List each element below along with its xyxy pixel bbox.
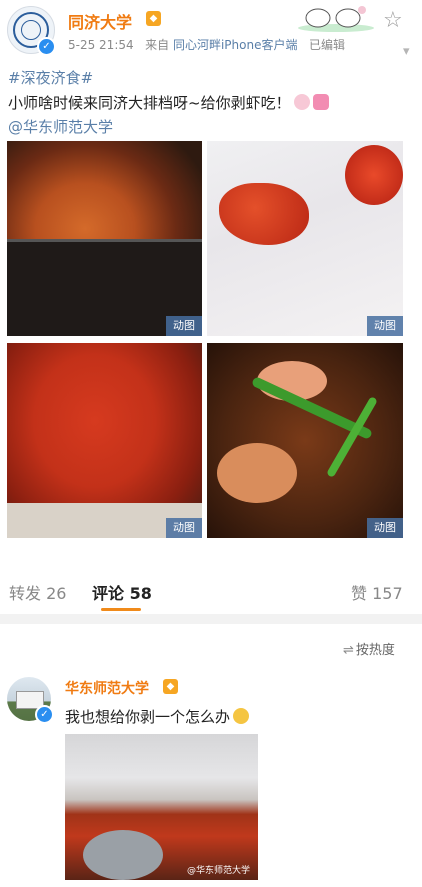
post-image-3[interactable]: 动图: [7, 343, 202, 538]
post-text-content: 小师啥时候来同济大排档呀~给你剥虾吃！: [8, 94, 291, 112]
comment-image[interactable]: @华东师范大学: [65, 734, 258, 880]
crayfish-meat-shape: [345, 145, 403, 205]
post-source-prefix: 来自: [145, 38, 170, 52]
verified-icon: ✓: [37, 37, 56, 56]
topic-hashtag[interactable]: #深夜济食#: [8, 67, 93, 88]
post-date: 5-25 21:54: [68, 38, 134, 52]
cool-emoji-icon: [233, 708, 250, 724]
post-author-name[interactable]: 同济大学: [68, 9, 132, 33]
sort-by-hot-button[interactable]: ⇌ 按热度: [343, 639, 395, 658]
scallion-shape: [326, 396, 378, 478]
comment-author-name[interactable]: 华东师范大学: [65, 678, 149, 698]
post-image-1[interactable]: 动图: [7, 141, 202, 336]
gif-tag: 动图: [166, 518, 202, 538]
crayfish-meat-shape: [219, 183, 309, 245]
mention-link[interactable]: @华东师范大学: [8, 116, 113, 137]
post-edited-label: 已编辑: [308, 38, 345, 52]
seal-inner-ring: [21, 20, 41, 40]
gif-tag: 动图: [367, 316, 403, 336]
comment-text: 我也想给你剥一个怎么办: [65, 706, 250, 727]
gif-tag: 动图: [367, 518, 403, 538]
sort-label: 按热度: [355, 643, 395, 658]
section-divider: [0, 614, 422, 624]
active-tab-indicator: [101, 608, 141, 611]
post-tabs: 转发 26 评论 58 赞 157: [0, 562, 422, 614]
image-watermark: @华东师范大学: [186, 866, 250, 876]
sort-icon: ⇌: [343, 643, 354, 658]
tab-like[interactable]: 赞 157: [351, 580, 403, 604]
shrimp-shape: [217, 443, 297, 503]
post-client-link[interactable]: 同心河畔iPhone客户端: [173, 38, 298, 52]
heart-emoji-icon: [312, 94, 329, 110]
post-header: ✓ 同济大学 ◆ 5-25 21:54 来自 同心河畔iPhone客户端 已编辑…: [0, 0, 422, 64]
tab-repost[interactable]: 转发 26: [9, 580, 66, 604]
post-meta: 5-25 21:54 来自 同心河畔iPhone客户端 已编辑: [68, 36, 345, 53]
comment-text-content: 我也想给你剥一个怎么办: [65, 708, 231, 726]
post-image-2[interactable]: 动图: [207, 141, 403, 336]
pig-emoji-icon: [293, 94, 310, 110]
cat-sticker-icon: [298, 6, 374, 32]
verified-icon: ✓: [35, 705, 54, 724]
favorite-star-icon[interactable]: ☆: [383, 8, 403, 33]
member-badge-icon: ◆: [146, 11, 161, 26]
tab-comment[interactable]: 评论 58: [92, 580, 152, 604]
gif-tag: 动图: [166, 316, 202, 336]
chevron-down-icon[interactable]: ▾: [403, 44, 410, 59]
post-image-4[interactable]: 动图: [207, 343, 403, 538]
member-badge-icon: ◆: [163, 679, 178, 694]
bowl-shape: [83, 830, 163, 880]
post-text: 小师啥时候来同济大排档呀~给你剥虾吃！: [8, 92, 329, 113]
